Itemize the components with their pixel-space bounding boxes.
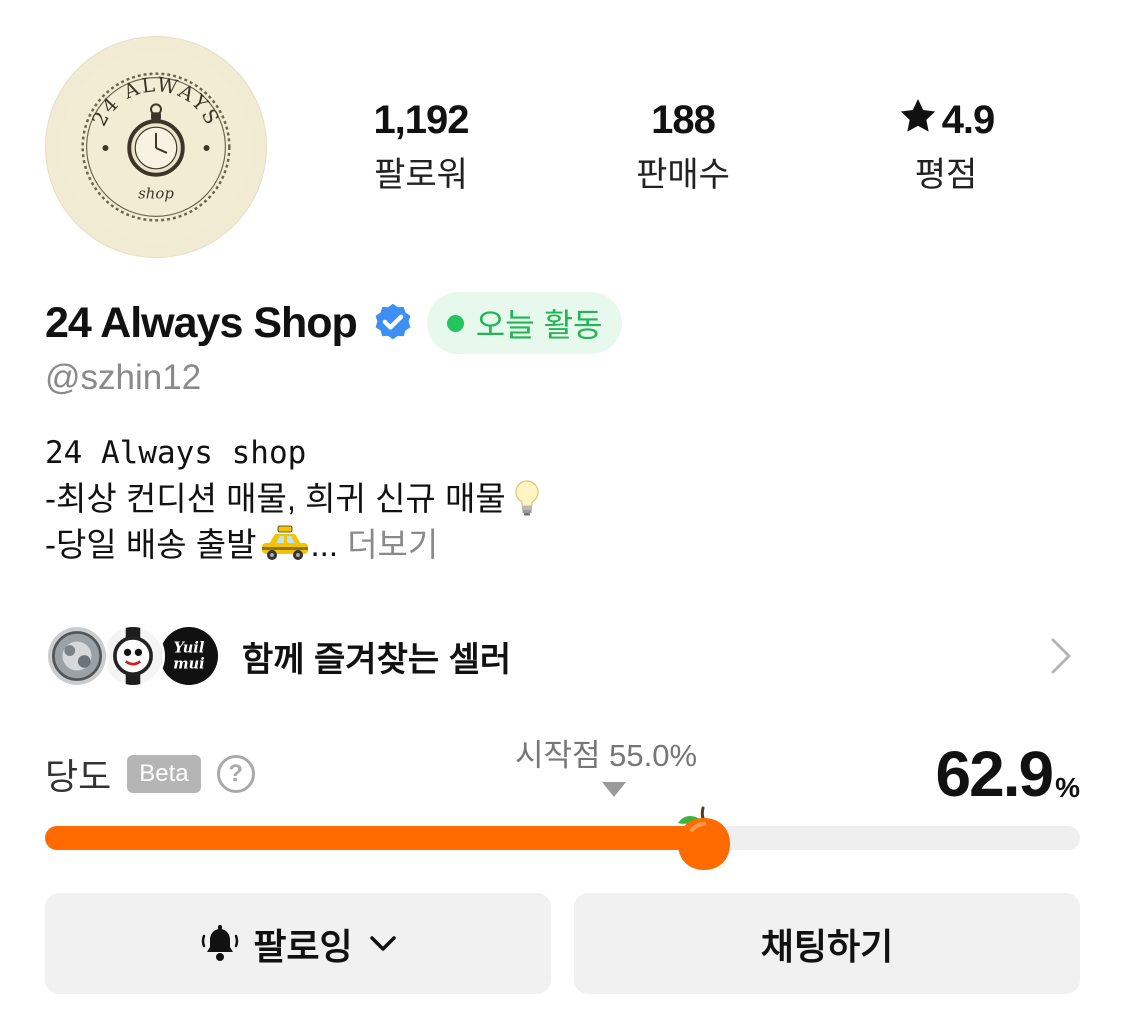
pocket-watch-logo: 24 ALWAYS shop bbox=[60, 51, 252, 243]
start-point-label: 시작점 55.0% bbox=[515, 738, 698, 773]
seller-thumb-2 bbox=[101, 624, 165, 688]
shop-bio: 24 Always shop -최상 컨디션 매물, 희귀 신규 매물 -당일 … bbox=[45, 430, 542, 568]
followers-stat[interactable]: 1,192 팔로워 bbox=[321, 92, 521, 198]
following-button[interactable]: 팔로잉 bbox=[45, 893, 551, 994]
sweetness-value: 62.9 % bbox=[936, 738, 1080, 810]
svg-text:mui: mui bbox=[173, 656, 204, 673]
followers-label: 팔로워 bbox=[374, 156, 468, 194]
chat-button-label: 채팅하기 bbox=[760, 925, 894, 967]
chat-button[interactable]: 채팅하기 bbox=[574, 893, 1080, 994]
sweetness-header: 당도 Beta ? bbox=[45, 748, 255, 800]
help-icon[interactable]: ? bbox=[216, 755, 255, 793]
seller-thumb-1 bbox=[45, 624, 109, 688]
light-bulb-icon bbox=[515, 480, 539, 516]
shop-name-row: 24 Always Shop 오늘 활동 bbox=[45, 292, 623, 354]
followers-count: 1,192 bbox=[373, 98, 469, 142]
seller-thumb-3: Yuil mui bbox=[157, 624, 221, 688]
shop-handle: @szhin12 bbox=[45, 358, 202, 397]
bell-ringing-icon bbox=[202, 924, 239, 961]
verified-badge-icon bbox=[375, 303, 411, 340]
rating-value: 4.9 bbox=[941, 98, 996, 142]
activity-badge-label: 오늘 활동 bbox=[475, 307, 603, 343]
sales-count: 188 bbox=[651, 98, 716, 142]
svg-text:shop: shop bbox=[138, 185, 174, 203]
star-icon bbox=[900, 99, 935, 132]
sales-stat[interactable]: 188 판매수 bbox=[583, 92, 783, 198]
sweetness-track bbox=[45, 826, 1080, 850]
bio-line-1: 24 Always shop bbox=[45, 435, 307, 471]
chevron-down-icon bbox=[369, 935, 396, 951]
favorite-sellers-label: 함께 즐겨찾는 셀러 bbox=[242, 640, 512, 679]
sales-label: 판매수 bbox=[636, 156, 730, 194]
favorite-sellers-row[interactable]: Yuil mui 함께 즐겨찾는 셀러 bbox=[45, 620, 1080, 692]
sweetness-value-unit: % bbox=[1055, 772, 1080, 803]
rating-label: 평점 bbox=[914, 156, 978, 194]
beta-badge: Beta bbox=[127, 755, 201, 793]
taxi-icon bbox=[261, 525, 308, 560]
shop-name: 24 Always Shop bbox=[45, 298, 358, 347]
sweetness-value-number: 62.9 bbox=[935, 738, 1055, 810]
online-dot-icon bbox=[446, 314, 464, 332]
persimmon-icon bbox=[678, 806, 730, 870]
sweetness-title: 당도 bbox=[45, 756, 112, 797]
rating-stat[interactable]: 4.9 평점 bbox=[846, 92, 1046, 198]
following-button-label: 팔로잉 bbox=[253, 925, 353, 967]
sweetness-fill bbox=[45, 826, 704, 850]
shop-avatar[interactable]: 24 ALWAYS shop bbox=[45, 36, 267, 258]
seller-thumbnails: Yuil mui bbox=[45, 621, 221, 691]
start-point-marker-icon bbox=[602, 782, 626, 797]
svg-text:Yuil: Yuil bbox=[174, 639, 205, 656]
bio-ellipsis: ... bbox=[310, 526, 339, 563]
activity-badge: 오늘 활동 bbox=[426, 292, 623, 354]
bio-line-3: -당일 배송 출발 ... 더보기 bbox=[45, 525, 439, 563]
bio-more-link[interactable]: 더보기 bbox=[347, 526, 438, 563]
bio-line-2: -최상 컨디션 매물, 희귀 신규 매물 bbox=[45, 476, 542, 522]
chevron-right-icon[interactable] bbox=[1048, 636, 1074, 676]
